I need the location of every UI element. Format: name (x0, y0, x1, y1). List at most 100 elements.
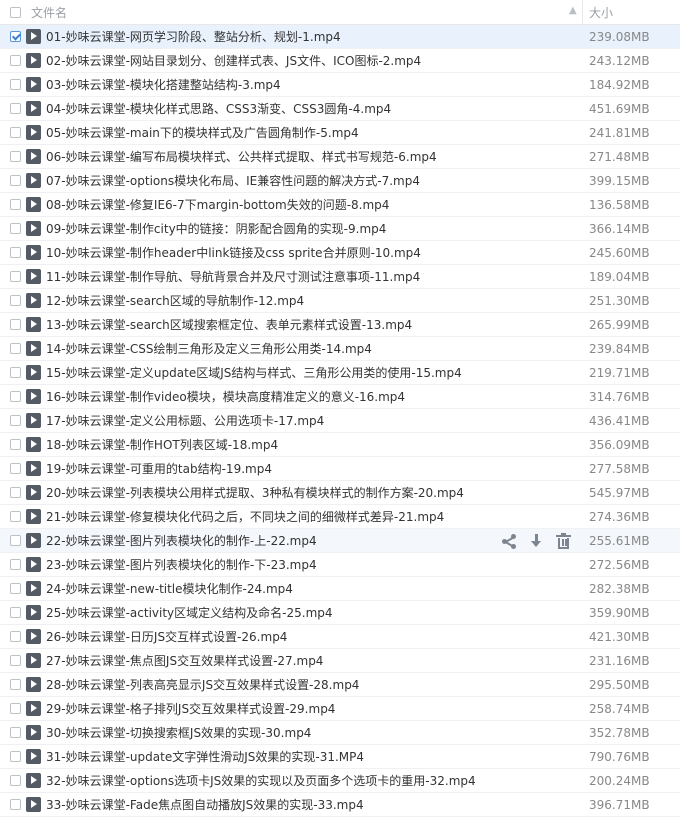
row-checkbox[interactable] (10, 583, 21, 594)
file-name[interactable]: 23-妙味云课堂-图片列表模块化的制作-下-23.mp4 (46, 556, 317, 573)
file-name[interactable]: 04-妙味云课堂-模块化样式思路、CSS3渐变、CSS3圆角-4.mp4 (46, 100, 391, 117)
file-name[interactable]: 01-妙味云课堂-网页学习阶段、整站分析、规划-1.mp4 (46, 28, 341, 45)
file-row[interactable]: 32-妙味云课堂-options选项卡JS效果的实现以及页面多个选项卡的重用-3… (0, 769, 680, 793)
file-name[interactable]: 13-妙味云课堂-search区域搜索框定位、表单元素样式设置-13.mp4 (46, 316, 412, 333)
file-name[interactable]: 31-妙味云课堂-update文字弹性滑动JS效果的实现-31.MP4 (46, 748, 364, 765)
row-checkbox[interactable] (10, 535, 21, 546)
file-name[interactable]: 02-妙味云课堂-网站目录划分、创建样式表、JS文件、ICO图标-2.mp4 (46, 52, 421, 69)
row-checkbox[interactable] (10, 391, 21, 402)
file-row[interactable]: 05-妙味云课堂-main下的模块样式及广告圆角制作-5.mp4 241.81MB (0, 121, 680, 145)
row-checkbox[interactable] (10, 799, 21, 810)
file-row[interactable]: 01-妙味云课堂-网页学习阶段、整站分析、规划-1.mp4 239.08MB (0, 25, 680, 49)
row-checkbox[interactable] (10, 703, 21, 714)
row-checkbox[interactable] (10, 463, 21, 474)
file-name[interactable]: 24-妙味云课堂-new-title模块化制作-24.mp4 (46, 580, 293, 597)
row-checkbox[interactable] (10, 775, 21, 786)
download-icon[interactable] (528, 533, 545, 549)
file-name[interactable]: 33-妙味云课堂-Fade焦点图自动播放JS效果的实现-33.mp4 (46, 796, 364, 813)
file-name[interactable]: 12-妙味云课堂-search区域的导航制作-12.mp4 (46, 292, 304, 309)
file-row[interactable]: 23-妙味云课堂-图片列表模块化的制作-下-23.mp4 272.56MB (0, 553, 680, 577)
file-name[interactable]: 21-妙味云课堂-修复模块化代码之后，不同块之间的细微样式差异-21.mp4 (46, 508, 444, 525)
row-checkbox[interactable] (10, 295, 21, 306)
file-name[interactable]: 03-妙味云课堂-模块化搭建整站结构-3.mp4 (46, 76, 281, 93)
row-checkbox[interactable] (10, 559, 21, 570)
file-row[interactable]: 21-妙味云课堂-修复模块化代码之后，不同块之间的细微样式差异-21.mp4 27… (0, 505, 680, 529)
row-checkbox[interactable] (10, 343, 21, 354)
file-row[interactable]: 02-妙味云课堂-网站目录划分、创建样式表、JS文件、ICO图标-2.mp4 24… (0, 49, 680, 73)
file-row[interactable]: 04-妙味云课堂-模块化样式思路、CSS3渐变、CSS3圆角-4.mp4 451.… (0, 97, 680, 121)
file-row[interactable]: 26-妙味云课堂-日历JS交互样式设置-26.mp4 421.30MB (0, 625, 680, 649)
row-checkbox[interactable] (10, 511, 21, 522)
file-row[interactable]: 14-妙味云课堂-CSS绘制三角形及定义三角形公用类-14.mp4 239.84M… (0, 337, 680, 361)
row-checkbox[interactable] (10, 271, 21, 282)
file-name[interactable]: 29-妙味云课堂-格子排列JS交互效果样式设置-29.mp4 (46, 700, 335, 717)
file-row[interactable]: 30-妙味云课堂-切换搜索框JS效果的实现-30.mp4 352.78MB (0, 721, 680, 745)
file-row[interactable]: 33-妙味云课堂-Fade焦点图自动播放JS效果的实现-33.mp4 396.71… (0, 793, 680, 817)
file-row[interactable]: 16-妙味云课堂-制作video模块，模块高度精准定义的意义-16.mp4 314… (0, 385, 680, 409)
file-row[interactable]: 22-妙味云课堂-图片列表模块化的制作-上-22.mp4 255.61MB (0, 529, 680, 553)
column-header-size[interactable]: 大小 (589, 4, 613, 21)
file-row[interactable]: 13-妙味云课堂-search区域搜索框定位、表单元素样式设置-13.mp4 26… (0, 313, 680, 337)
file-name[interactable]: 08-妙味云课堂-修复IE6-7下margin-bottom失效的问题-8.mp… (46, 196, 389, 213)
file-name[interactable]: 22-妙味云课堂-图片列表模块化的制作-上-22.mp4 (46, 532, 317, 549)
row-checkbox[interactable] (10, 103, 21, 114)
row-checkbox[interactable] (10, 487, 21, 498)
file-row[interactable]: 24-妙味云课堂-new-title模块化制作-24.mp4 282.38MB (0, 577, 680, 601)
row-checkbox[interactable] (10, 631, 21, 642)
column-divider[interactable] (582, 0, 583, 24)
row-checkbox[interactable] (10, 655, 21, 666)
file-name[interactable]: 17-妙味云课堂-定义公用标题、公用选项卡-17.mp4 (46, 412, 324, 429)
row-checkbox[interactable] (10, 223, 21, 234)
file-row[interactable]: 25-妙味云课堂-activity区域定义结构及命名-25.mp4 359.90M… (0, 601, 680, 625)
row-checkbox[interactable] (10, 55, 21, 66)
row-checkbox[interactable] (10, 151, 21, 162)
file-name[interactable]: 18-妙味云课堂-制作HOT列表区域-18.mp4 (46, 436, 278, 453)
file-row[interactable]: 29-妙味云课堂-格子排列JS交互效果样式设置-29.mp4 258.74MB (0, 697, 680, 721)
file-name[interactable]: 07-妙味云课堂-options模块化布局、IE兼容性问题的解决方式-7.mp4 (46, 172, 420, 189)
file-name[interactable]: 32-妙味云课堂-options选项卡JS效果的实现以及页面多个选项卡的重用-3… (46, 772, 476, 789)
row-checkbox[interactable] (10, 415, 21, 426)
row-checkbox[interactable] (10, 79, 21, 90)
file-name[interactable]: 26-妙味云课堂-日历JS交互样式设置-26.mp4 (46, 628, 287, 645)
sort-up-icon[interactable]: ▲ (569, 5, 577, 16)
file-row[interactable]: 17-妙味云课堂-定义公用标题、公用选项卡-17.mp4 436.41MB (0, 409, 680, 433)
file-row[interactable]: 12-妙味云课堂-search区域的导航制作-12.mp4 251.30MB (0, 289, 680, 313)
file-row[interactable]: 20-妙味云课堂-列表模块公用样式提取、3种私有模块样式的制作方案-20.mp4… (0, 481, 680, 505)
share-icon[interactable] (501, 533, 518, 549)
file-name[interactable]: 05-妙味云课堂-main下的模块样式及广告圆角制作-5.mp4 (46, 124, 359, 141)
file-name[interactable]: 20-妙味云课堂-列表模块公用样式提取、3种私有模块样式的制作方案-20.mp4 (46, 484, 464, 501)
file-name[interactable]: 09-妙味云课堂-制作city中的链接：阴影配合圆角的实现-9.mp4 (46, 220, 386, 237)
file-name[interactable]: 16-妙味云课堂-制作video模块，模块高度精准定义的意义-16.mp4 (46, 388, 405, 405)
row-checkbox[interactable] (10, 247, 21, 258)
file-row[interactable]: 27-妙味云课堂-焦点图JS交互效果样式设置-27.mp4 231.16MB (0, 649, 680, 673)
file-row[interactable]: 28-妙味云课堂-列表高亮显示JS交互效果样式设置-28.mp4 295.50MB (0, 673, 680, 697)
trash-icon[interactable] (555, 533, 572, 549)
row-checkbox[interactable] (10, 31, 21, 42)
file-row[interactable]: 11-妙味云课堂-制作导航、导航背景合并及尺寸测试注意事项-11.mp4 189.… (0, 265, 680, 289)
file-name[interactable]: 25-妙味云课堂-activity区域定义结构及命名-25.mp4 (46, 604, 333, 621)
file-row[interactable]: 08-妙味云课堂-修复IE6-7下margin-bottom失效的问题-8.mp… (0, 193, 680, 217)
file-name[interactable]: 14-妙味云课堂-CSS绘制三角形及定义三角形公用类-14.mp4 (46, 340, 372, 357)
file-name[interactable]: 11-妙味云课堂-制作导航、导航背景合并及尺寸测试注意事项-11.mp4 (46, 268, 420, 285)
file-name[interactable]: 28-妙味云课堂-列表高亮显示JS交互效果样式设置-28.mp4 (46, 676, 359, 693)
row-checkbox[interactable] (10, 199, 21, 210)
file-name[interactable]: 15-妙味云课堂-定义update区域JS结构与样式、三角形公用类的使用-15.… (46, 364, 462, 381)
file-name[interactable]: 10-妙味云课堂-制作header中link链接及css sprite合并原则-… (46, 244, 421, 261)
file-name[interactable]: 30-妙味云课堂-切换搜索框JS效果的实现-30.mp4 (46, 724, 311, 741)
row-checkbox[interactable] (10, 367, 21, 378)
row-checkbox[interactable] (10, 439, 21, 450)
file-name[interactable]: 06-妙味云课堂-编写布局模块样式、公共样式提取、样式书写规范-6.mp4 (46, 148, 437, 165)
file-row[interactable]: 06-妙味云课堂-编写布局模块样式、公共样式提取、样式书写规范-6.mp4 271… (0, 145, 680, 169)
row-checkbox[interactable] (10, 175, 21, 186)
file-row[interactable]: 03-妙味云课堂-模块化搭建整站结构-3.mp4 184.92MB (0, 73, 680, 97)
row-checkbox[interactable] (10, 751, 21, 762)
file-row[interactable]: 18-妙味云课堂-制作HOT列表区域-18.mp4 356.09MB (0, 433, 680, 457)
row-checkbox[interactable] (10, 319, 21, 330)
file-name[interactable]: 19-妙味云课堂-可重用的tab结构-19.mp4 (46, 460, 272, 477)
row-checkbox[interactable] (10, 679, 21, 690)
file-row[interactable]: 07-妙味云课堂-options模块化布局、IE兼容性问题的解决方式-7.mp4… (0, 169, 680, 193)
row-checkbox[interactable] (10, 607, 21, 618)
row-checkbox[interactable] (10, 127, 21, 138)
file-row[interactable]: 09-妙味云课堂-制作city中的链接：阴影配合圆角的实现-9.mp4 366.1… (0, 217, 680, 241)
file-row[interactable]: 10-妙味云课堂-制作header中link链接及css sprite合并原则-… (0, 241, 680, 265)
